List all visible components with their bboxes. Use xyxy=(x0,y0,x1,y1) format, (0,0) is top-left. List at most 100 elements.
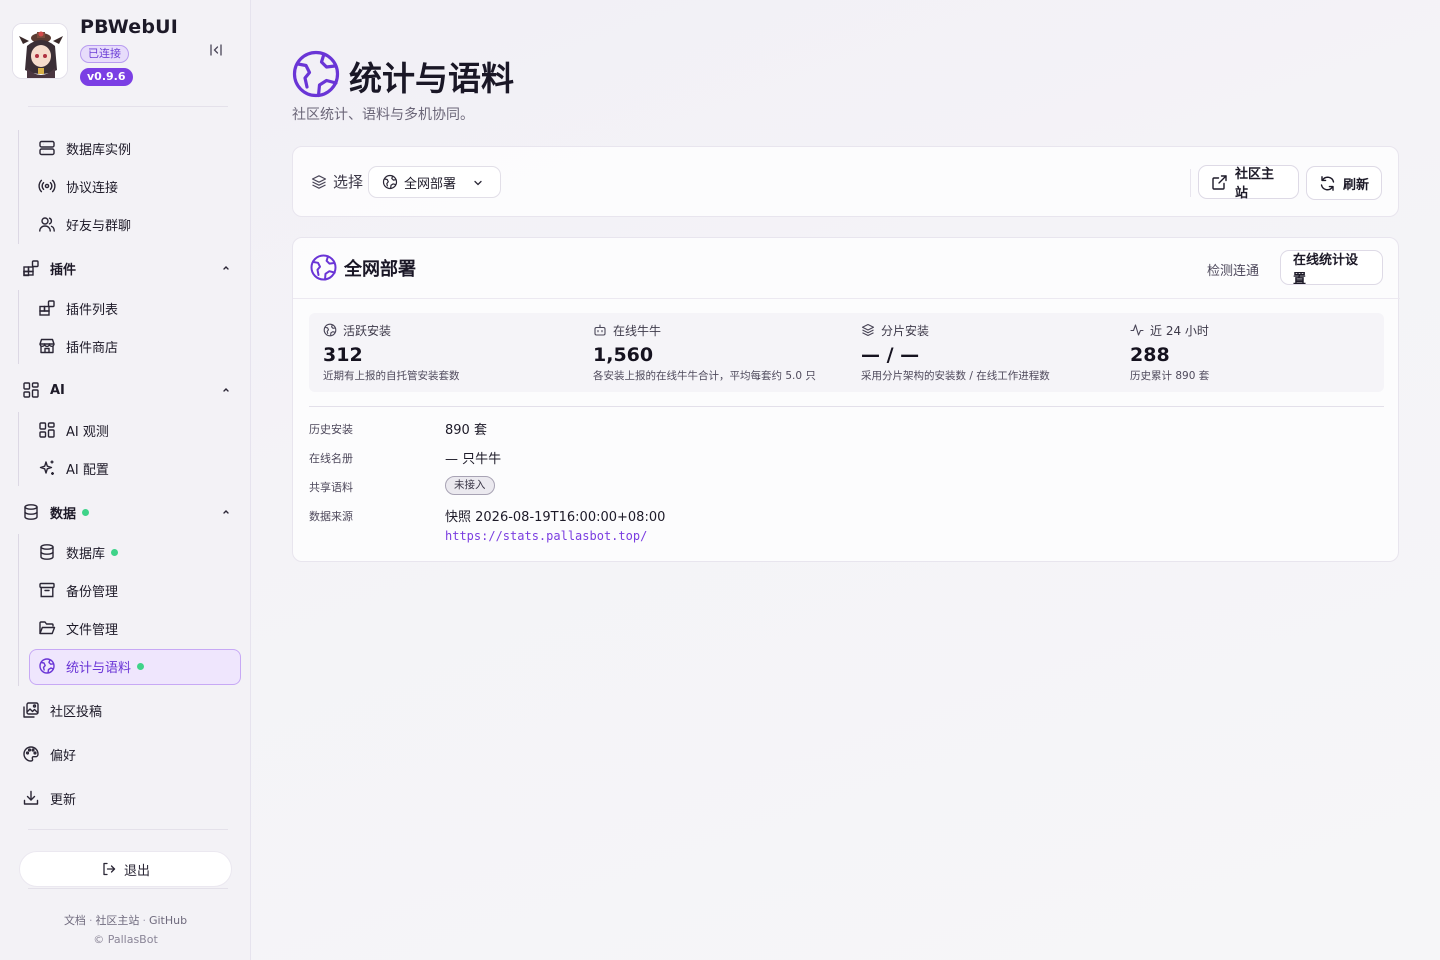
page-subtitle: 社区统计、语料与多机协同。 xyxy=(292,107,474,123)
logout-icon xyxy=(101,861,117,877)
toolbar-card: 选择 全网部署 社区主站 刷新 xyxy=(292,146,1399,217)
stat-label: 在线牛牛 xyxy=(613,323,662,338)
status-dot xyxy=(111,548,119,556)
sidebar-item-label: 插件商店 xyxy=(66,340,119,356)
blocks-icon xyxy=(38,299,56,317)
footer-copyright: © PallasBot xyxy=(93,933,158,946)
sidebar-item-update[interactable]: 更新 xyxy=(22,781,76,815)
nav-group-line xyxy=(18,534,19,686)
logout-button[interactable]: 退出 xyxy=(19,851,232,887)
sidebar-item-friends-groups[interactable]: 好友与群聊 xyxy=(38,207,131,241)
toolbar-separator xyxy=(1190,169,1191,197)
sidebar-item-files[interactable]: 文件管理 xyxy=(38,611,118,645)
sidebar-item-backup[interactable]: 备份管理 xyxy=(38,573,118,607)
globe-icon xyxy=(323,323,337,337)
status-dot xyxy=(82,508,90,516)
sidebar-item-preferences[interactable]: 偏好 xyxy=(22,737,76,771)
store-icon xyxy=(38,337,56,355)
sidebar-item-ai-observe[interactable]: AI 观测 xyxy=(38,413,109,447)
sidebar-item-label: 更新 xyxy=(50,792,77,808)
blocks-icon xyxy=(22,259,40,277)
stat-label: 活跃安装 xyxy=(343,323,392,338)
database-icon xyxy=(38,543,56,561)
sidebar-item-label: 数据库实例 xyxy=(66,142,132,158)
stat-label: 近 24 小时 xyxy=(1150,323,1209,338)
globe-icon xyxy=(310,254,337,281)
sidebar-item-stats-corpus[interactable]: 统计与语料 xyxy=(38,649,145,683)
sidebar-item-plugin-store[interactable]: 插件商店 xyxy=(38,329,118,363)
sidebar-item-label: 统计与语料 xyxy=(66,660,132,676)
sparkles-icon xyxy=(38,459,56,477)
sidebar-group-plugins[interactable]: 插件 xyxy=(22,251,76,285)
history-installs-label: 历史安装 xyxy=(309,423,353,436)
stat-value: 288 xyxy=(1130,344,1170,366)
sidebar-item-database[interactable]: 数据库 xyxy=(38,535,119,569)
sidebar-divider xyxy=(28,888,228,889)
sidebar-item-ai-config[interactable]: AI 配置 xyxy=(38,451,109,485)
image-plus-icon xyxy=(22,701,40,719)
sidebar-item-label: 文件管理 xyxy=(66,622,119,638)
sidebar-group-data[interactable]: 数据 xyxy=(22,495,90,529)
nav-group-line xyxy=(18,412,19,486)
community-site-button[interactable]: 社区主站 xyxy=(1198,165,1299,201)
archive-icon xyxy=(38,581,56,599)
sidebar-item-plugin-list[interactable]: 插件列表 xyxy=(38,291,118,325)
external-link-icon xyxy=(1211,174,1228,191)
collapse-sidebar-icon[interactable] xyxy=(208,42,224,58)
shared-corpus-status-badge: 未接入 xyxy=(445,476,495,495)
stat-label: 分片安装 xyxy=(881,323,930,338)
stat-value: 312 xyxy=(323,344,363,366)
sidebar-item-label: AI 配置 xyxy=(66,462,109,478)
connection-status-badge: 已连接 xyxy=(80,45,129,63)
globe-icon xyxy=(292,50,340,98)
sidebar: PBWebUI 已连接 v0.9.6 数据库实例 协议连接 好友与群聊 插件 插… xyxy=(0,0,251,960)
sidebar-group-label: AI xyxy=(50,382,65,398)
stat-value: 1,560 xyxy=(593,344,654,366)
data-source-url-link[interactable]: https://stats.pallasbot.top/ xyxy=(445,529,647,543)
stat-value: — / — xyxy=(861,344,920,366)
palette-icon xyxy=(22,745,40,763)
users-icon xyxy=(38,215,56,233)
layers-icon xyxy=(311,174,327,190)
online-stats-settings-button[interactable]: 在线统计设置 xyxy=(1280,250,1383,287)
nav-group-line xyxy=(18,130,19,244)
stat-last-24h: 近 24 小时 288 历史累计 890 套 xyxy=(1130,322,1209,383)
chevron-up-icon[interactable] xyxy=(221,385,231,395)
sidebar-item-label: 数据库 xyxy=(66,546,106,562)
bot-icon xyxy=(593,323,607,337)
deployment-select[interactable]: 全网部署 xyxy=(368,166,501,198)
footer-link-docs[interactable]: 文档 xyxy=(64,914,86,927)
deployment-panel: 全网部署 检测连通 在线统计设置 活跃安装 312 近期有上报的自托管安装套数 … xyxy=(292,237,1400,562)
footer-link-community[interactable]: 社区主站 xyxy=(95,914,139,927)
footer-link-github[interactable]: GitHub xyxy=(149,914,187,927)
settings-button-label: 在线统计设置 xyxy=(1293,252,1359,287)
chevron-up-icon[interactable] xyxy=(221,263,231,273)
sidebar-item-label: 好友与群聊 xyxy=(66,218,132,234)
sidebar-item-label: 社区投稿 xyxy=(50,704,103,720)
brand: PBWebUI 已连接 v0.9.6 xyxy=(12,16,240,92)
stats-strip: 活跃安装 312 近期有上报的自托管安装套数 在线牛牛 1,560 各安装上报的… xyxy=(309,313,1384,392)
sidebar-item-community[interactable]: 社区投稿 xyxy=(22,693,102,727)
logout-label: 退出 xyxy=(123,863,150,879)
panel-divider xyxy=(309,406,1384,407)
broadcast-icon xyxy=(38,177,56,195)
test-connectivity-link[interactable]: 检测连通 xyxy=(1207,260,1259,279)
sidebar-group-label: 数据 xyxy=(50,506,77,522)
chevron-up-icon[interactable] xyxy=(221,507,231,517)
select-label-text: 选择 xyxy=(333,173,364,191)
sidebar-item-protocol[interactable]: 协议连接 xyxy=(38,169,118,203)
server-icon xyxy=(38,139,56,157)
select-value: 全网部署 xyxy=(404,176,457,192)
refresh-label: 刷新 xyxy=(1343,177,1370,193)
stat-desc: 近期有上报的自托管安装套数 xyxy=(323,370,460,382)
refresh-button[interactable]: 刷新 xyxy=(1306,166,1382,200)
page-title: 统计与语料 xyxy=(349,59,514,98)
sidebar-group-ai[interactable]: AI xyxy=(22,373,65,407)
panel-divider xyxy=(293,298,1400,299)
sidebar-item-db-instances[interactable]: 数据库实例 xyxy=(38,131,131,165)
refresh-icon xyxy=(1319,175,1336,192)
database-icon xyxy=(22,503,40,521)
globe-icon xyxy=(38,657,56,675)
app-title: PBWebUI xyxy=(80,16,179,38)
sidebar-item-label: 协议连接 xyxy=(66,180,119,196)
